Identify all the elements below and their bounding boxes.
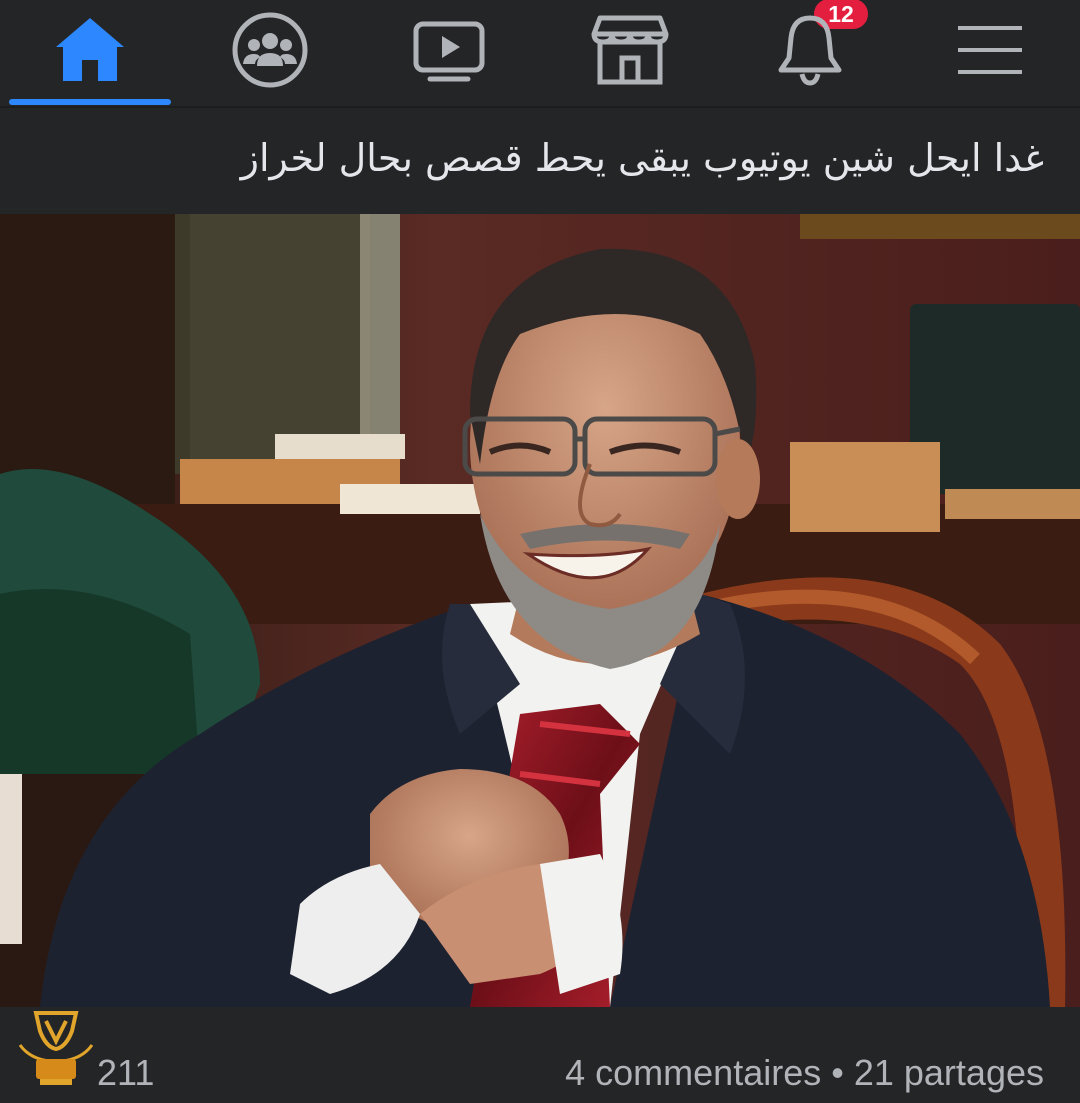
top-navigation-bar: 12 [0, 0, 1080, 108]
active-tab-indicator [9, 99, 171, 105]
nav-tab-marketplace[interactable] [540, 0, 720, 100]
groups-icon [232, 12, 308, 88]
nav-tab-home[interactable] [0, 0, 180, 100]
nav-tab-notifications[interactable] [720, 0, 900, 100]
nav-divider [0, 106, 1080, 108]
photo-illustration [0, 214, 1080, 1007]
storefront-icon [591, 15, 669, 85]
home-icon [56, 18, 124, 81]
nav-tab-groups[interactable] [180, 0, 360, 100]
trophy-logo-icon [18, 1011, 94, 1085]
video-play-icon [413, 21, 485, 82]
nav-tab-watch[interactable]: 12 [360, 0, 871, 100]
bell-icon [778, 15, 842, 86]
post-text: غدا ايحل شين يوتيوب يبقى يحط قصص بحال لخ… [240, 136, 1044, 180]
hamburger-menu-icon [958, 26, 1022, 74]
reaction-count[interactable]: 211 [97, 1043, 154, 1103]
nav-tab-menu[interactable] [900, 0, 1080, 100]
comments-shares-count[interactable]: 4 commentaires • 21 partages [565, 1043, 1044, 1103]
post-photo[interactable] [0, 214, 1080, 1007]
